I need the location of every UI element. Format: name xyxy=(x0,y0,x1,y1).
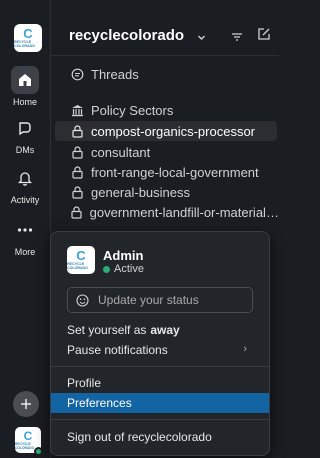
workspace-logo-text: RECYCLE COLORADO xyxy=(14,40,35,48)
sign-out-item[interactable]: Sign out of recyclecolorado xyxy=(51,427,269,447)
rail-dms-label: DMs xyxy=(15,145,35,155)
smiley-icon xyxy=(76,293,89,307)
rail-activity[interactable]: Activity xyxy=(0,164,50,205)
dms-icon xyxy=(11,114,39,142)
sidebar-item-threads[interactable]: Threads xyxy=(51,64,279,84)
rail-home-label: Home xyxy=(12,97,37,107)
compose-icon[interactable] xyxy=(257,27,271,46)
sign-out-label: Sign out of recyclecolorado xyxy=(67,430,212,444)
lock-icon xyxy=(70,124,84,138)
channel-label: general-business xyxy=(91,184,191,200)
update-status-input[interactable]: Update your status xyxy=(67,287,253,313)
channel-label: government-landfill-or-material-rec... xyxy=(89,204,279,220)
filter-icon[interactable] xyxy=(231,29,243,47)
preferences-label: Preferences xyxy=(67,396,132,410)
rail-more[interactable]: More xyxy=(0,216,50,257)
plus-icon xyxy=(21,399,31,409)
menu-user-status: Active xyxy=(114,263,144,275)
profile-label: Profile xyxy=(67,376,102,390)
menu-divider xyxy=(51,366,269,367)
menu-user-name: Admin xyxy=(103,248,144,263)
channel-label: compost-organics-processor xyxy=(91,123,256,139)
rail-dms[interactable]: DMs xyxy=(0,114,50,155)
sidebar-header: recyclecolorado xyxy=(51,0,279,56)
sidebar-channel-front-range-local-government[interactable]: front-range-local-government xyxy=(51,162,279,182)
workspace-logo-letter: C xyxy=(23,26,33,41)
menu-avatar-text: RECYCLE COLORADO xyxy=(67,262,88,270)
lock-icon xyxy=(70,145,84,159)
chevron-right-icon: › xyxy=(243,343,247,355)
home-icon xyxy=(11,66,39,94)
rail-activity-label: Activity xyxy=(10,195,40,205)
set-away-word: away xyxy=(150,323,180,337)
presence-indicator xyxy=(34,447,43,456)
active-status-dot xyxy=(103,266,110,273)
lock-icon xyxy=(70,165,84,179)
workspace-name[interactable]: recyclecolorado xyxy=(69,27,184,44)
lock-icon xyxy=(70,205,83,219)
channel-label: front-range-local-government xyxy=(91,164,259,180)
profile-menu: C RECYCLE COLORADO Admin Active Update y… xyxy=(50,231,270,456)
set-away-prefix: Set yourself as xyxy=(67,323,147,337)
sidebar-channel-general-business[interactable]: general-business xyxy=(51,182,279,202)
update-status-placeholder: Update your status xyxy=(98,293,199,307)
sidebar-item-label: Threads xyxy=(91,66,139,82)
menu-avatar-letter: C xyxy=(76,248,86,263)
menu-divider xyxy=(51,419,269,420)
user-avatar-letter: C xyxy=(23,428,33,443)
rail-more-label: More xyxy=(14,247,36,257)
lock-icon xyxy=(70,185,84,199)
set-away-item[interactable]: Set yourself as away xyxy=(51,320,269,340)
building-icon xyxy=(70,103,84,117)
profile-item[interactable]: Profile xyxy=(51,373,269,393)
threads-icon xyxy=(70,67,84,81)
sidebar-channel-government-landfill[interactable]: government-landfill-or-material-rec... xyxy=(51,202,279,222)
chevron-down-icon[interactable] xyxy=(197,29,206,47)
sidebar-section-label: Policy Sectors xyxy=(91,102,174,118)
rail-home[interactable]: Home xyxy=(0,66,50,107)
workspace-rail: C RECYCLE COLORADO Home DMs Activity Mor… xyxy=(0,0,50,458)
channel-label: consultant xyxy=(91,144,151,160)
sidebar-channel-consultant[interactable]: consultant xyxy=(51,142,279,162)
sidebar-channel-compost-organics-processor[interactable]: compost-organics-processor xyxy=(55,121,277,141)
workspace-logo[interactable]: C RECYCLE COLORADO xyxy=(14,24,42,52)
pause-notifications-item[interactable]: Pause notifications › xyxy=(51,340,269,360)
pause-notifications-label: Pause notifications xyxy=(67,343,168,357)
add-workspace-button[interactable] xyxy=(13,391,39,417)
sidebar-section-policy-sectors[interactable]: Policy Sectors xyxy=(51,100,279,120)
bell-icon xyxy=(11,164,39,192)
preferences-item[interactable]: Preferences xyxy=(51,393,269,413)
menu-avatar: C RECYCLE COLORADO xyxy=(67,246,95,274)
more-dots-icon xyxy=(11,216,39,244)
